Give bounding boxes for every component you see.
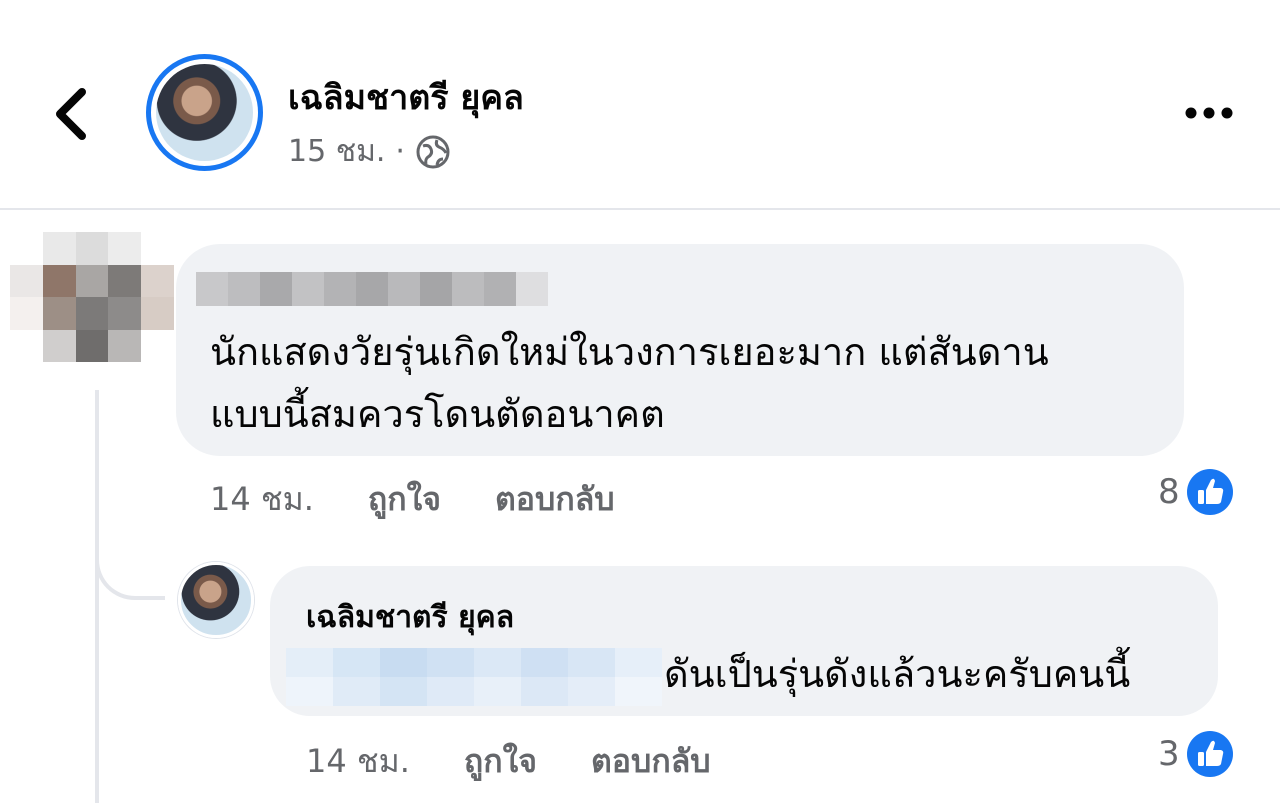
- like-icon: [1186, 731, 1233, 777]
- author-name[interactable]: เฉลิมชาตรี ยุคล: [288, 70, 524, 124]
- comment-text-line: แบบนี้สมควรโดนตัดอนาคต: [210, 392, 665, 436]
- mentioned-name-blurred[interactable]: [286, 648, 662, 706]
- header-divider: [0, 208, 1280, 210]
- thread-line: [95, 390, 99, 803]
- post-header: เฉลิมชาตรี ยุคล 15 ชม. ·: [0, 0, 1280, 208]
- comment-time[interactable]: 14 ชม.: [210, 474, 314, 525]
- author-avatar-image: [156, 64, 253, 161]
- reply-text: ดันเป็นรุ่นดังแล้วนะครับคนนี้: [664, 652, 1131, 696]
- reply-actions: 14 ชม. ถูกใจ ตอบกลับ: [306, 736, 765, 787]
- like-button[interactable]: ถูกใจ: [464, 736, 537, 787]
- commenter-name-blurred[interactable]: [196, 272, 548, 306]
- back-button[interactable]: [44, 82, 100, 146]
- comment-text-line: นักแสดงวัยรุ่นเกิดใหม่ในวงการเยอะมาก แต่…: [210, 330, 1049, 374]
- more-options-button[interactable]: [1182, 96, 1236, 130]
- comment-actions: 14 ชม. ถูกใจ ตอบกลับ: [210, 474, 669, 525]
- reply-author-avatar[interactable]: [178, 562, 254, 638]
- like-icon: [1186, 469, 1233, 515]
- reply-time[interactable]: 14 ชม.: [306, 736, 410, 787]
- meta-separator: ·: [395, 134, 405, 169]
- reaction-summary[interactable]: 8: [1158, 468, 1234, 516]
- globe-icon: [416, 135, 450, 168]
- reaction-summary[interactable]: 3: [1158, 730, 1234, 778]
- reply-author-name[interactable]: เฉลิมชาตรี ยุคล: [306, 594, 514, 641]
- chevron-left-icon: [56, 88, 86, 140]
- more-horizontal-icon: [1185, 107, 1233, 119]
- post-time[interactable]: 15 ชม.: [288, 128, 385, 175]
- comment-thread-screen: เฉลิมชาตรี ยุคล 15 ชม. · นักแสดงวัยรุ่นเ…: [0, 0, 1280, 803]
- reaction-count: 8: [1158, 472, 1180, 512]
- like-button[interactable]: ถูกใจ: [368, 474, 441, 525]
- commenter-avatar-blurred[interactable]: [10, 232, 174, 362]
- reply-button[interactable]: ตอบกลับ: [495, 474, 615, 525]
- reaction-count: 3: [1158, 734, 1180, 774]
- thread-connector: [95, 540, 165, 600]
- author-avatar[interactable]: [146, 54, 263, 171]
- reply-button[interactable]: ตอบกลับ: [591, 736, 711, 787]
- post-meta: 15 ชม. ·: [288, 128, 451, 175]
